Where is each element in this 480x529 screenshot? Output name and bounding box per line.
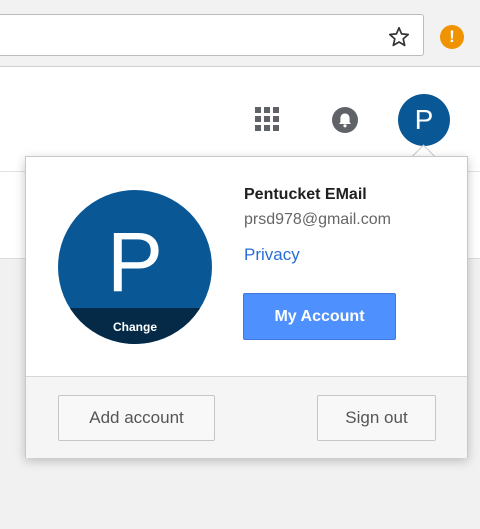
browser-toolbar: ! [0, 0, 480, 67]
change-photo-button[interactable]: Change [58, 308, 212, 344]
my-account-button[interactable]: My Account [243, 293, 396, 340]
apps-grid-icon[interactable] [255, 107, 281, 133]
account-popup: P Change Pentucket EMail prsd978@gmail.c… [25, 156, 468, 458]
address-bar[interactable] [0, 14, 424, 56]
account-name: Pentucket EMail [244, 186, 367, 203]
warning-icon[interactable]: ! [440, 25, 464, 49]
bookmark-star-icon[interactable] [387, 25, 411, 49]
popup-footer: Add account Sign out [26, 376, 467, 458]
notifications-bell-icon[interactable] [330, 105, 360, 135]
profile-photo[interactable]: P Change [58, 190, 212, 344]
profile-initial: P [106, 215, 164, 309]
privacy-link[interactable]: Privacy [244, 245, 300, 265]
account-avatar-button[interactable]: P [398, 94, 450, 146]
account-email: prsd978@gmail.com [244, 211, 391, 228]
sign-out-button[interactable]: Sign out [317, 395, 436, 441]
add-account-button[interactable]: Add account [58, 395, 215, 441]
